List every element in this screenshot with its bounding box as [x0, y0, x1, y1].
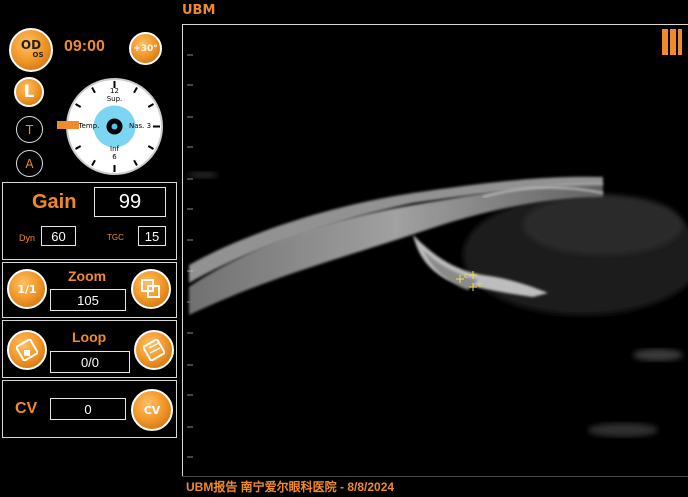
- zoom-reset-icon: 1/1: [17, 282, 37, 296]
- zoom-panel: 1/1 Zoom 105: [2, 262, 177, 318]
- eye-main-label: OD: [20, 38, 42, 52]
- dial-bottom-num: 6: [112, 153, 117, 161]
- loop-save-button[interactable]: [7, 330, 47, 370]
- gain-label: Gain: [32, 191, 77, 213]
- loop-play-button[interactable]: [134, 330, 174, 370]
- zoom-label: Zoom: [68, 268, 107, 284]
- a-button[interactable]: A: [16, 150, 43, 177]
- eye-sub-label: OS: [32, 51, 44, 59]
- angle-label: +30°: [133, 43, 158, 54]
- eye-select-button[interactable]: OD OS: [9, 28, 53, 72]
- side-l-label: L: [23, 82, 35, 102]
- header-panel: OD OS 09:00 +30° L T A 12 Sup. 9Temp. Na…: [2, 24, 177, 181]
- loop-value-field[interactable]: 0/0: [50, 351, 130, 373]
- zoom-window-button[interactable]: [131, 269, 171, 309]
- cv-value-field[interactable]: 0: [50, 398, 126, 420]
- dyn-value-field[interactable]: 60: [41, 226, 76, 246]
- dial-top-num: 12: [110, 87, 119, 95]
- t-label: T: [25, 122, 34, 137]
- side-l-button[interactable]: L: [14, 77, 44, 107]
- depth-ruler: [187, 54, 193, 458]
- zoom-reset-button[interactable]: 1/1: [7, 269, 47, 309]
- dial-right-label: Nas. 3: [129, 122, 152, 130]
- loop-panel: Loop 0/0: [2, 320, 177, 378]
- cv-button[interactable]: CV: [131, 389, 173, 431]
- t-button[interactable]: T: [16, 116, 43, 143]
- zoom-window-icon: [141, 279, 160, 298]
- angle-button[interactable]: +30°: [129, 32, 162, 65]
- cv-panel: CV 0 CV: [2, 380, 177, 438]
- loop-label: Loop: [72, 329, 107, 345]
- report-footer: UBM报告 南宁爱尔眼科医院 - 8/8/2024: [182, 476, 688, 496]
- dial-pointer-marker[interactable]: [57, 121, 79, 129]
- color-scale-indicator: [662, 29, 682, 55]
- app-title: UBM: [182, 3, 216, 18]
- clock-time: 09:00: [64, 38, 105, 55]
- gain-panel: Gain 99 Dyn 60 TGC 15: [2, 182, 177, 260]
- dial-top-label: Sup.: [106, 95, 123, 103]
- gain-value-field[interactable]: 99: [94, 187, 166, 217]
- ubm-scan-image: c c: [187, 54, 688, 458]
- cv-icon: CV: [143, 403, 161, 417]
- tgc-value-field[interactable]: 15: [138, 226, 166, 246]
- marker-c1-label: c: [464, 272, 468, 280]
- dial-bottom-label: Inf: [110, 145, 119, 153]
- a-label: A: [25, 156, 34, 171]
- cv-label: CV: [15, 400, 38, 417]
- tgc-label: TGC: [107, 233, 124, 242]
- loop-film-icon: [143, 339, 165, 361]
- zoom-value-field[interactable]: 105: [50, 289, 126, 311]
- marker-c2-label: c: [478, 281, 482, 289]
- ubm-image-viewport[interactable]: c c: [182, 24, 688, 476]
- dyn-label: Dyn: [19, 233, 36, 243]
- loop-save-icon: [16, 339, 38, 361]
- clock-dial[interactable]: 12 Sup. 9Temp. Nas. 3 Inf 6: [66, 78, 163, 175]
